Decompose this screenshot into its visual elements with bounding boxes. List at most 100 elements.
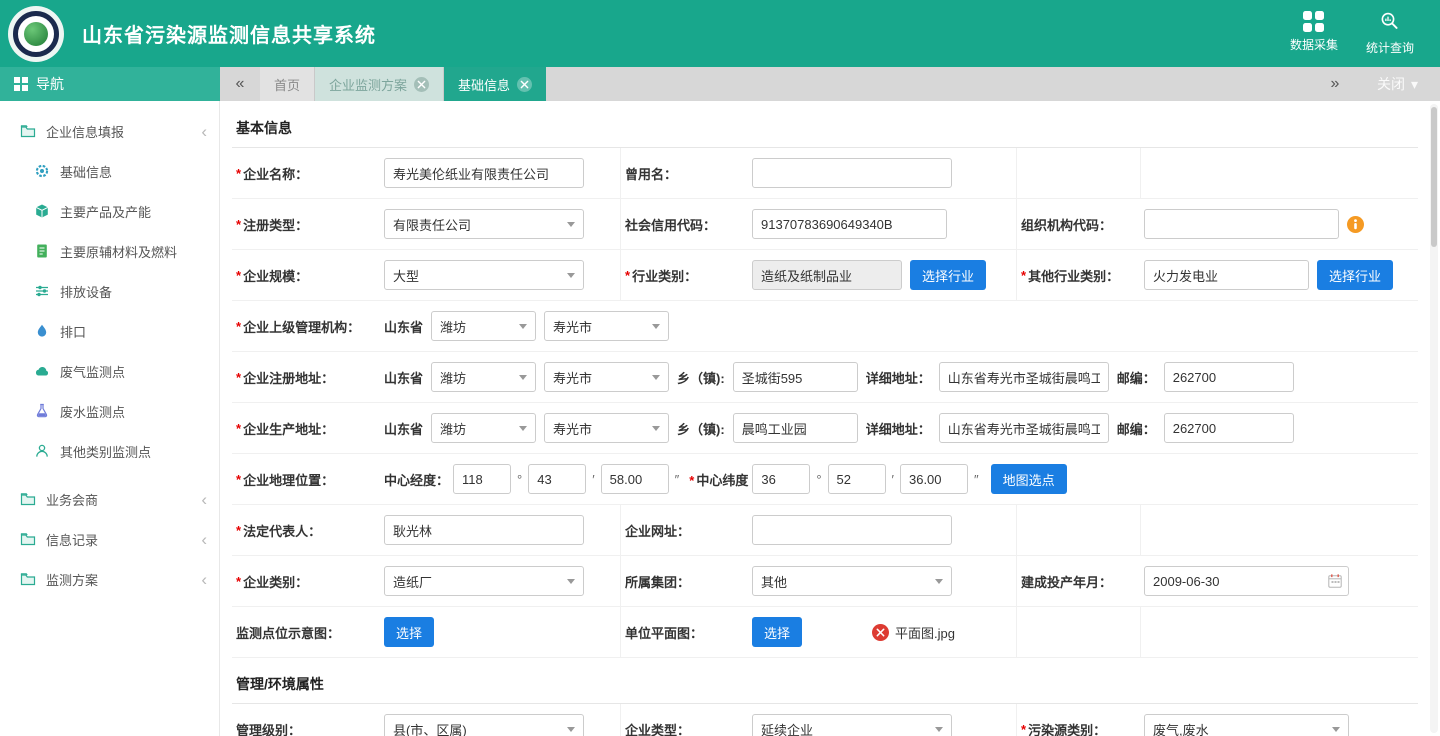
enterprise-type-select[interactable]: 延续企业 [752,714,952,736]
field-label: 建成投产年月： [1021,572,1112,591]
statistics-query-button[interactable]: 统计查询 [1366,11,1414,56]
tab-enterprise-monitor-plan[interactable]: 企业监测方案 [315,67,444,101]
parent-org-city-select[interactable]: 潍坊 [431,311,536,341]
select-value: 寿光市 [553,419,592,438]
close-menu-button[interactable]: 关闭 ▾ [1355,67,1440,101]
sidebar-item-emission-equipment[interactable]: 排放设备 [0,271,219,311]
sidebar-group-enterprise-info[interactable]: 企业信息填报 ‹ [0,111,219,151]
form-row-register-address: *企业注册地址： 山东省 潍坊 寿光市 乡（镇): 详细地址： 邮编： [232,352,1418,403]
sidebar-item-outlet[interactable]: 排口 [0,311,219,351]
credit-code-input[interactable] [752,209,947,239]
prod-addr-city-select[interactable]: 潍坊 [431,413,536,443]
equipment-icon [34,283,50,299]
map-pick-button[interactable]: 地图选点 [991,464,1067,494]
required-mark: * [236,523,241,538]
plan-file-name[interactable]: 平面图.jpg [895,623,955,642]
field-label: 企业上级管理机构： [243,317,360,336]
province-label: 山东省 [384,419,423,438]
reg-addr-detail-input[interactable] [939,362,1109,392]
nav-header: 导航 [0,67,220,101]
form-row-mgmt-attrs: 管理级别： 县(市、区属) 企业类型： 延续企业 *污染源类别： 废气,废水 [232,704,1418,736]
tab-home[interactable]: 首页 [260,67,315,101]
register-type-select[interactable]: 有限责任公司 [384,209,584,239]
sidebar-item-gas-monitor-point[interactable]: 废气监测点 [0,351,219,391]
tab-basic-info[interactable]: 基础信息 [444,67,546,101]
select-value: 潍坊 [440,317,466,336]
sidebar-item-label: 主要原辅材料及燃料 [60,242,177,261]
scale-select[interactable]: 大型 [384,260,584,290]
lat-deg-input[interactable] [752,464,810,494]
reg-addr-county-select[interactable]: 寿光市 [544,362,669,392]
gear-icon [34,163,50,179]
sidebar-item-materials[interactable]: 主要原辅材料及燃料 [0,231,219,271]
close-tab-icon[interactable] [414,77,429,92]
sidebar-group-business-consult[interactable]: 业务会商 ‹ [0,479,219,519]
field-label: 企业注册地址： [243,368,334,387]
scroll-tabs-left-button[interactable]: « [220,67,260,101]
industry-input[interactable] [752,260,902,290]
sidebar-item-products[interactable]: 主要产品及产能 [0,191,219,231]
parent-org-county-select[interactable]: 寿光市 [544,311,669,341]
former-name-input[interactable] [752,158,952,188]
lng-sec-input[interactable] [601,464,669,494]
sidebar-group-label: 业务会商 [46,490,98,509]
reg-addr-town-input[interactable] [733,362,858,392]
select-value: 造纸厂 [393,572,432,591]
required-mark: * [236,421,241,436]
prod-addr-county-select[interactable]: 寿光市 [544,413,669,443]
scrollbar-track[interactable] [1430,104,1438,733]
pollution-type-select[interactable]: 废气,废水 [1144,714,1349,736]
field-label: 企业网址： [625,521,690,540]
reg-addr-city-select[interactable]: 潍坊 [431,362,536,392]
zip-label: 邮编： [1117,368,1156,387]
build-date-input[interactable] [1144,566,1349,596]
lng-deg-input[interactable] [453,464,511,494]
sidebar-item-basic-info[interactable]: 基础信息 [0,151,219,191]
empty-cell [1140,505,1418,555]
sidebar-item-other-monitor-point[interactable]: 其他类别监测点 [0,431,219,471]
prod-addr-zip-input[interactable] [1164,413,1294,443]
company-name-input[interactable] [384,158,584,188]
lat-min-input[interactable] [828,464,886,494]
lng-min-input[interactable] [528,464,586,494]
tab-label: 基础信息 [458,75,510,94]
select-value: 寿光市 [553,368,592,387]
cube-icon [34,203,50,219]
website-input[interactable] [752,515,952,545]
other-industry-input[interactable] [1144,260,1309,290]
chevron-left-icon: ‹ [201,531,207,548]
org-code-input[interactable] [1144,209,1339,239]
lat-sec-input[interactable] [900,464,968,494]
scroll-tabs-right-button[interactable]: » [1315,67,1355,101]
sketch-select-button[interactable]: 选择 [384,617,434,647]
group-select[interactable]: 其他 [752,566,952,596]
prod-addr-detail-input[interactable] [939,413,1109,443]
header-actions: 数据采集 统计查询 [1290,11,1414,56]
info-icon[interactable] [1347,216,1364,233]
close-tab-icon[interactable] [517,77,532,92]
prod-addr-town-input[interactable] [733,413,858,443]
sidebar-group-monitor-plan[interactable]: 监测方案 ‹ [0,559,219,599]
scrollbar-thumb[interactable] [1431,107,1437,247]
sidebar-group-info-record[interactable]: 信息记录 ‹ [0,519,219,559]
mgmt-level-select[interactable]: 县(市、区属) [384,714,584,736]
select-other-industry-button[interactable]: 选择行业 [1317,260,1393,290]
plan-select-button[interactable]: 选择 [752,617,802,647]
data-collection-button[interactable]: 数据采集 [1290,11,1338,56]
reg-addr-zip-input[interactable] [1164,362,1294,392]
select-value: 县(市、区属) [393,720,467,736]
required-mark: * [236,370,241,385]
zip-label: 邮编： [1117,419,1156,438]
delete-file-icon[interactable] [872,624,889,641]
sidebar-item-label: 废水监测点 [60,402,125,421]
document-icon [34,243,50,259]
select-industry-button[interactable]: 选择行业 [910,260,986,290]
minute-mark: ′ [592,472,594,487]
company-category-select[interactable]: 造纸厂 [384,566,584,596]
form-row-parent-org: *企业上级管理机构： 山东省 潍坊 寿光市 [232,301,1418,352]
legal-rep-input[interactable] [384,515,584,545]
calendar-icon[interactable] [1327,573,1343,589]
sidebar-item-water-monitor-point[interactable]: 废水监测点 [0,391,219,431]
chevron-left-icon: ‹ [201,123,207,140]
caret-down-icon: ▾ [1411,76,1418,93]
